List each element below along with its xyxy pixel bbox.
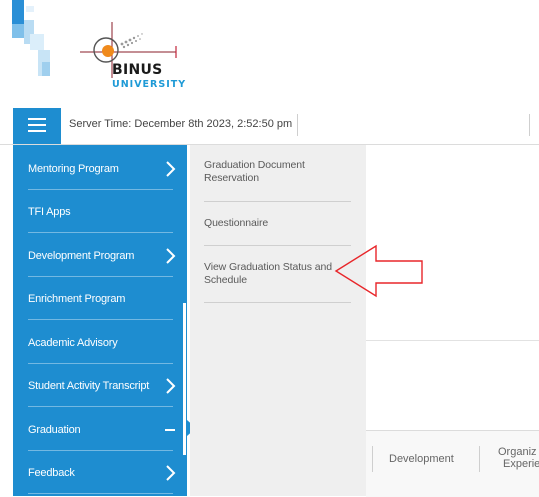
divider (204, 302, 351, 303)
sidebar-item-label: Feedback (28, 466, 75, 479)
sidebar-item-academic-advisory[interactable]: Academic Advisory (13, 321, 187, 364)
sidebar-item-mentoring-program[interactable]: Mentoring Program (13, 147, 187, 190)
submenu-item-label: Graduation Document Reservation (204, 159, 305, 184)
divider (28, 493, 173, 494)
brand-subtitle: UNIVERSITY (112, 79, 187, 90)
sidebar-item-label: Enrichment Program (28, 292, 126, 305)
topbar-separator (297, 114, 298, 136)
brand-name: BINUS (112, 62, 163, 78)
sidebar-item-label: Graduation (28, 423, 81, 436)
submenu-item-label: Questionnaire (204, 217, 269, 229)
hamburger-icon (28, 118, 46, 120)
hamburger-icon-bar (28, 130, 46, 132)
sidebar-item-student-activity-transcript[interactable]: Student Activity Transcript (13, 364, 187, 407)
divider (204, 201, 351, 202)
tab-separator (372, 446, 373, 472)
sidebar-item-label: TFI Apps (28, 205, 71, 218)
sidebar-item-label: Academic Advisory (28, 336, 118, 349)
content-divider (366, 340, 539, 341)
chevron-right-icon (166, 247, 176, 264)
chevron-right-icon (166, 160, 176, 177)
hamburger-icon-bar (28, 124, 46, 126)
divider (28, 319, 173, 320)
graduation-submenu: Graduation Document Reservation Question… (190, 145, 366, 496)
chevron-right-icon (166, 464, 176, 481)
tab-separator (479, 446, 480, 472)
chevron-right-icon (166, 377, 176, 394)
sidebar-item-label: Mentoring Program (28, 162, 119, 175)
tab-organization[interactable]: Organiz Experie (498, 446, 539, 470)
menu-toggle-button[interactable] (13, 108, 61, 144)
sidebar-item-tfi-apps[interactable]: TFI Apps (13, 190, 187, 233)
tab-label-line: Organiz (498, 446, 537, 458)
tab-development[interactable]: Development (389, 453, 454, 465)
sidebar-item-graduation[interactable]: Graduation (13, 408, 187, 451)
submenu-item-view-graduation-status[interactable]: View Graduation Status and Schedule (204, 261, 351, 303)
submenu-item-graduation-document-reservation[interactable]: Graduation Document Reservation (204, 159, 351, 202)
tab-label-line: Experie (503, 458, 539, 470)
sidebar-item-feedback[interactable]: Feedback (13, 451, 187, 494)
sidebar-menu: Mentoring Program TFI Apps Development P… (13, 145, 187, 496)
sidebar-item-label: Development Program (28, 249, 135, 262)
sidebar-item-development-program[interactable]: Development Program (13, 234, 187, 277)
topbar-separator (529, 114, 530, 136)
annotation-arrow-icon (334, 244, 423, 298)
divider (28, 232, 173, 233)
submenu-item-questionnaire[interactable]: Questionnaire (204, 217, 351, 246)
minus-icon (165, 428, 175, 431)
server-time: Server Time: December 8th 2023, 2:52:50 … (69, 118, 293, 130)
divider (204, 245, 351, 246)
sidebar-item-label: Student Activity Transcript (28, 379, 150, 392)
sidebar-scrollbar[interactable] (183, 303, 186, 455)
submenu-item-label: View Graduation Status and Schedule (204, 261, 332, 286)
sidebar-item-enrichment-program[interactable]: Enrichment Program (13, 277, 187, 320)
divider (28, 406, 173, 407)
header-decoration (12, 0, 50, 76)
